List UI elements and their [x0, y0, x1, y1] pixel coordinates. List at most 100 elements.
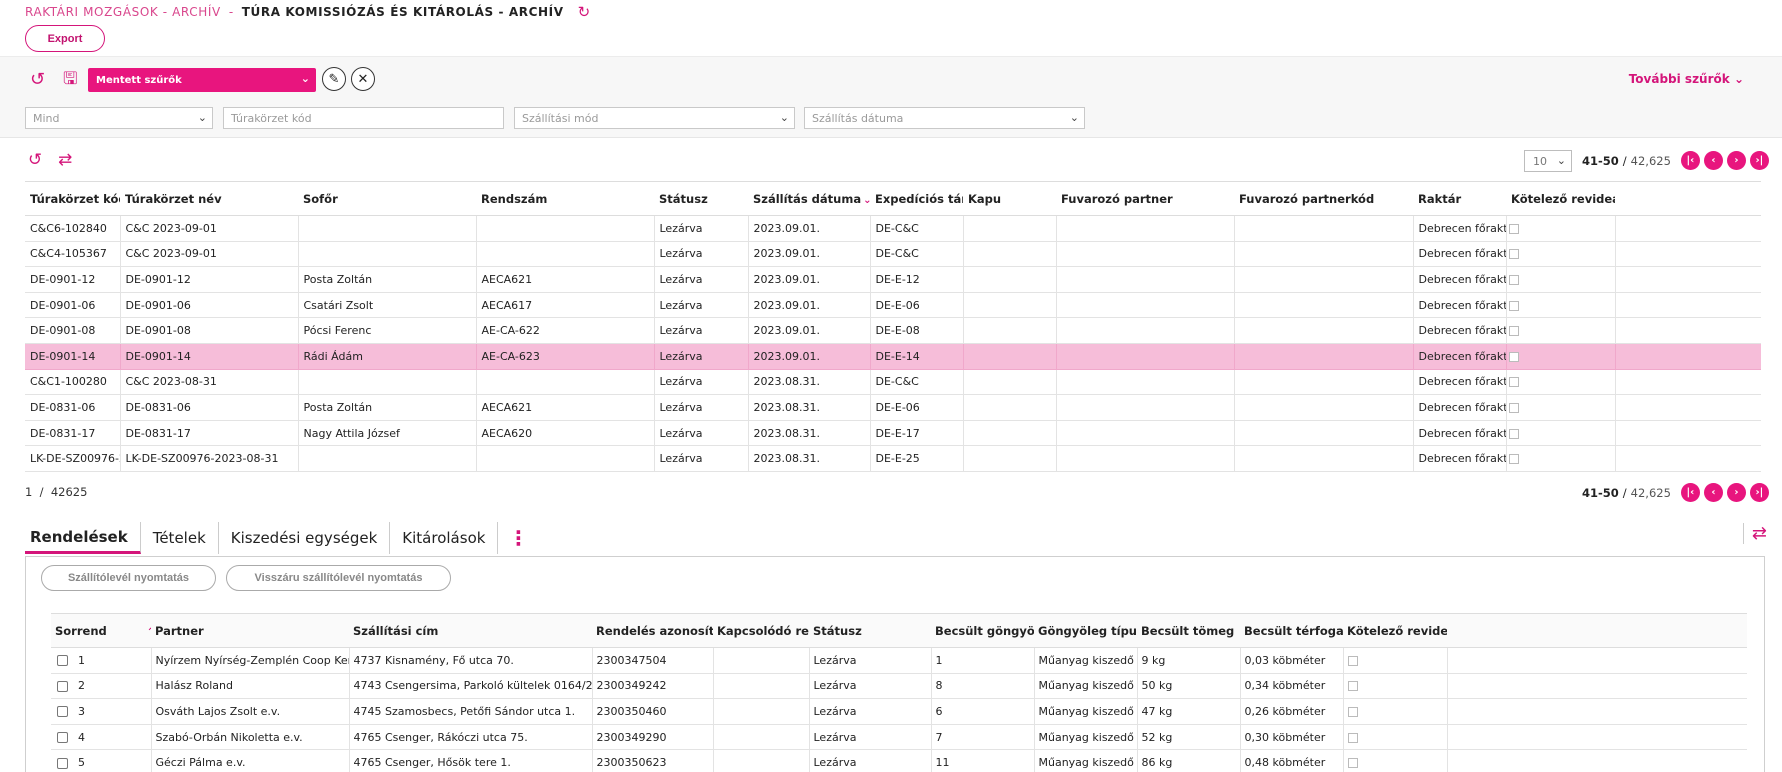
refresh-icon[interactable]: ↻: [578, 3, 591, 21]
review-checkbox[interactable]: [1508, 402, 1519, 413]
breadcrumb-separator: -: [228, 5, 234, 19]
col-header-shipping-date[interactable]: Szállítás dátuma⌄: [748, 181, 870, 216]
last-page-button[interactable]: ›|: [1749, 483, 1769, 502]
review-checkbox[interactable]: [1347, 758, 1358, 769]
col-header-route-name[interactable]: Túrakörzet név: [120, 181, 298, 216]
delete-filter-button[interactable]: ✕: [351, 67, 375, 91]
table-row[interactable]: DE-0901-08 DE-0901-08 Pócsi Ferenc AE-CA-62…: [25, 317, 1761, 344]
first-page-button[interactable]: |‹: [1680, 483, 1700, 502]
save-filter-icon[interactable]: 🖫: [63, 70, 77, 88]
col-header-est-volume[interactable]: Becsült térfogat: [1240, 613, 1343, 648]
edit-filter-button[interactable]: ✎: [322, 67, 346, 91]
col-header-order-id[interactable]: Rendelés azonosító: [592, 613, 713, 648]
review-checkbox[interactable]: [1347, 732, 1358, 743]
col-header-related-order[interactable]: Kapcsolódó rendelés: [713, 613, 809, 648]
shipping-mode-placeholder: Szállítási mód: [522, 111, 599, 125]
tab-picking-units[interactable]: Kiszedési egységek: [219, 522, 391, 554]
cell-gate: [963, 266, 1057, 293]
table-row[interactable]: DE-0901-06 DE-0901-06 Csatári Zsolt AECA617…: [25, 292, 1761, 319]
col-header-address[interactable]: Szállítási cím: [349, 613, 592, 648]
shipping-mode-select[interactable]: Szállítási mód ⌄: [514, 107, 795, 129]
col-header-status[interactable]: Státusz: [654, 181, 748, 216]
breadcrumb-parent[interactable]: RAKTÁRI MOZGÁSOK - ARCHÍV: [25, 5, 221, 19]
print-delivery-note-button[interactable]: Szállítólevél nyomtatás: [41, 565, 216, 591]
review-checkbox[interactable]: [1508, 428, 1519, 439]
col-header-packaging-type[interactable]: Göngyöleg típus: [1034, 613, 1137, 648]
review-checkbox[interactable]: [1508, 454, 1519, 465]
list-item[interactable]: 2 Halász Roland 4743 Csengersima, Parkoló …: [51, 673, 1747, 700]
prev-page-button[interactable]: ‹: [1703, 151, 1723, 170]
cell-warehouse: Debrecen főraktár: [1413, 343, 1507, 370]
col-header-gate[interactable]: Kapu: [963, 181, 1056, 216]
col-header-route-code[interactable]: Túrakörzet kód: [25, 181, 120, 216]
row-select-checkbox[interactable]: [57, 706, 68, 718]
reset-filters-icon[interactable]: ↺: [30, 71, 45, 89]
table-row[interactable]: DE-0901-14 DE-0901-14 Rádi Ádám AE-CA-623 Le…: [25, 343, 1761, 370]
col-header-sequence[interactable]: Sorrend ⌃: [51, 613, 151, 648]
swap-columns-icon[interactable]: ⇄: [58, 150, 72, 170]
col-header-est-packaging[interactable]: Becsült göngyöleg: [931, 613, 1034, 648]
table-row[interactable]: DE-0901-12 DE-0901-12 Posta Zoltán AECA621 L…: [25, 266, 1761, 293]
col-header-partner[interactable]: Partner: [151, 613, 349, 648]
review-checkbox[interactable]: [1508, 249, 1519, 260]
list-item[interactable]: 3 Osváth Lajos Zsolt e.v. 4745 Szamosbecs,…: [51, 698, 1747, 725]
row-select-checkbox[interactable]: [57, 655, 68, 667]
cell-est-weight: 9 kg: [1137, 647, 1241, 674]
prev-page-button[interactable]: ‹: [1703, 483, 1723, 502]
list-item[interactable]: 4 Szabó-Orbán Nikoletta e.v. 4765 Csenger,…: [51, 724, 1747, 751]
table-row[interactable]: C&C4-105367 C&C 2023-09-01 Lezárva 2023.09.…: [25, 241, 1761, 268]
review-checkbox[interactable]: [1347, 706, 1358, 717]
tab-orders[interactable]: Rendelések: [25, 522, 141, 554]
status-filter-select[interactable]: Mind ⌄: [25, 107, 213, 129]
col-header-order-review[interactable]: Kötelező revideálás: [1343, 613, 1447, 648]
col-header-carrier-code[interactable]: Fuvarozó partnerkód: [1234, 181, 1413, 216]
first-page-button[interactable]: |‹: [1680, 151, 1700, 170]
col-header-warehouse[interactable]: Raktár: [1413, 181, 1506, 216]
cell-expedition: DE-E-06: [870, 292, 964, 319]
swap-panel-icon[interactable]: ⇄: [1742, 523, 1767, 544]
col-header-order-status[interactable]: Státusz: [809, 613, 931, 648]
col-header-expedition[interactable]: Expedíciós tár: [870, 181, 963, 216]
review-checkbox[interactable]: [1508, 274, 1519, 285]
list-item[interactable]: 5 Géczi Pálma e.v. 4765 Csenger, Hősök ter…: [51, 749, 1747, 772]
row-select-checkbox[interactable]: [57, 680, 68, 692]
cell-carrier: [1056, 241, 1235, 268]
table-row[interactable]: C&C6-102840 C&C 2023-09-01 Lezárva 2023.09.…: [25, 215, 1761, 242]
review-checkbox[interactable]: [1347, 681, 1358, 692]
review-checkbox[interactable]: [1508, 351, 1519, 362]
chevron-down-icon: ⌄: [1069, 111, 1079, 124]
last-page-button[interactable]: ›|: [1749, 151, 1769, 170]
col-header-est-weight[interactable]: Becsült tömeg: [1137, 613, 1240, 648]
review-checkbox[interactable]: [1508, 377, 1519, 388]
next-page-button[interactable]: ›: [1726, 483, 1746, 502]
reload-grid-icon[interactable]: ↺: [28, 150, 42, 170]
review-checkbox[interactable]: [1508, 223, 1519, 234]
more-filters-toggle[interactable]: További szűrők ⌄: [1629, 72, 1744, 86]
route-code-input[interactable]: Túrakörzet kód: [223, 107, 504, 129]
row-select-checkbox[interactable]: [57, 732, 68, 744]
review-checkbox[interactable]: [1347, 655, 1358, 666]
more-tabs-icon[interactable]: ⋮: [498, 522, 538, 554]
shipping-date-select[interactable]: Szállítás dátuma ⌄: [804, 107, 1085, 129]
review-checkbox[interactable]: [1508, 300, 1519, 311]
saved-filters-select[interactable]: Mentett szűrők ⌄: [88, 68, 316, 92]
col-header-carrier[interactable]: Fuvarozó partner: [1056, 181, 1234, 216]
export-button[interactable]: Export: [25, 25, 105, 52]
table-row[interactable]: DE-0831-06 DE-0831-06 Posta Zoltán AECA621 L…: [25, 394, 1761, 421]
tab-items[interactable]: Tételek: [141, 522, 219, 554]
print-return-note-button[interactable]: Visszáru szállítólevél nyomtatás: [226, 565, 451, 591]
cell-partner: Nyírzem Nyírség-Zemplén Coop Kereskedelm…: [151, 647, 350, 674]
col-header-mandatory-review[interactable]: Kötelező revideálás: [1506, 181, 1615, 216]
col-header-driver[interactable]: Sofőr: [298, 181, 476, 216]
tab-outbound[interactable]: Kitárolások: [390, 522, 499, 554]
table-row[interactable]: C&C1-100280 C&C 2023-08-31 Lezárva 2023.08.…: [25, 369, 1761, 396]
review-checkbox[interactable]: [1508, 326, 1519, 337]
next-page-button[interactable]: ›: [1726, 151, 1746, 170]
cell-mandatory-review: [1506, 292, 1616, 319]
table-row[interactable]: DE-0831-17 DE-0831-17 Nagy Attila József AE…: [25, 420, 1761, 447]
list-item[interactable]: 1 Nyírzem Nyírség-Zemplén Coop Kereskedel…: [51, 647, 1747, 674]
col-header-plate[interactable]: Rendszám: [476, 181, 654, 216]
page-size-select[interactable]: 10 ⌄: [1524, 150, 1572, 172]
row-select-checkbox[interactable]: [57, 757, 68, 769]
table-row[interactable]: LK-DE-SZ00976-2023-08-31LK-DE-SZ00976-20…: [25, 445, 1761, 472]
